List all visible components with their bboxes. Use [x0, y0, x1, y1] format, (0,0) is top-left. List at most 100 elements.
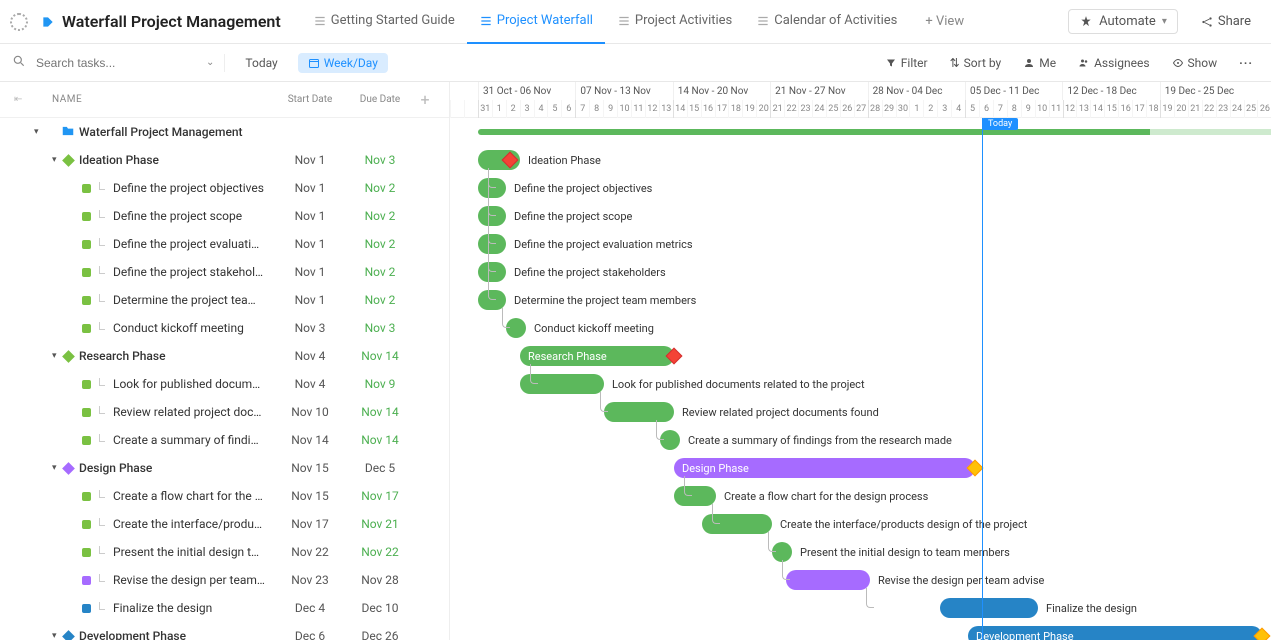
gantt-bar[interactable]	[940, 598, 1038, 618]
task-name: Review related project docu...	[113, 405, 275, 419]
share-button[interactable]: Share	[1190, 10, 1261, 33]
dependency-line	[768, 532, 776, 552]
dependency-line	[488, 168, 496, 300]
phase-row[interactable]: ▾ Design Phase Nov 15 Dec 5	[0, 454, 449, 482]
day-header: 9	[1021, 100, 1035, 118]
phase-row[interactable]: ▾ Research Phase Nov 4 Nov 14	[0, 342, 449, 370]
task-row[interactable]: ▾ Finalize the design Dec 4 Dec 10	[0, 594, 449, 622]
phase-diamond-icon	[62, 462, 75, 475]
expand-all-icon[interactable]: ⇤	[14, 94, 26, 105]
task-row[interactable]: ▾ Revise the design per team a... Nov 23…	[0, 566, 449, 594]
chevron-down-icon: ▾	[1162, 16, 1167, 27]
gantt-row: Present the initial design to team membe…	[450, 538, 1271, 566]
toolbar: ⌄ Today Week/Day Filter ⇅ Sort by Me Ass…	[0, 44, 1271, 82]
phase-row[interactable]: ▾ Ideation Phase Nov 1 Nov 3	[0, 146, 449, 174]
automate-icon	[1079, 15, 1093, 29]
day-header: 13	[659, 100, 673, 118]
sortby-button[interactable]: ⇅ Sort by	[944, 56, 1008, 70]
automate-button[interactable]: Automate ▾	[1068, 9, 1178, 34]
task-name: Present the initial design to t...	[113, 545, 275, 559]
view-tab[interactable]: Calendar of Activities	[744, 0, 909, 44]
app-logo-icon	[38, 12, 58, 32]
task-row[interactable]: ▾ Review related project docu... Nov 10 …	[0, 398, 449, 426]
status-square	[82, 604, 91, 613]
due-date: Nov 2	[345, 237, 415, 251]
status-square	[82, 268, 91, 277]
task-name: Finalize the design	[113, 601, 275, 615]
task-row[interactable]: ▾ Present the initial design to t... Nov…	[0, 538, 449, 566]
task-list-panel: ⇤ NAME Start Date Due Date + ▾ Waterfall…	[0, 82, 450, 640]
task-row[interactable]: ▾ Conduct kickoff meeting Nov 3 Nov 3	[0, 314, 449, 342]
gantt-row: Design Phase	[450, 454, 1271, 482]
gantt-bar[interactable]: Research Phase	[520, 346, 674, 366]
task-row[interactable]: ▾ Create a flow chart for the d... Nov 1…	[0, 482, 449, 510]
task-row[interactable]: ▾ Define the project evaluation... Nov 1…	[0, 230, 449, 258]
day-header: 20	[756, 100, 770, 118]
start-date: Nov 1	[275, 181, 345, 195]
gantt-bar-label: Create the interface/products design of …	[780, 514, 1027, 534]
search-dropdown-chevron-icon[interactable]: ⌄	[206, 57, 214, 68]
task-row[interactable]: ▾ Create a summary of finding... Nov 14 …	[0, 426, 449, 454]
day-header: 17	[1132, 100, 1146, 118]
filter-button[interactable]: Filter	[879, 56, 934, 70]
day-header: 21	[770, 100, 784, 118]
phase-row[interactable]: ▾ Development Phase Dec 6 Dec 26	[0, 622, 449, 640]
view-tab[interactable]: Project Waterfall	[467, 0, 605, 44]
assignees-button[interactable]: Assignees	[1072, 56, 1155, 70]
settings-gear-icon[interactable]	[10, 13, 28, 31]
day-header: 28	[868, 100, 882, 118]
calendar-icon	[308, 57, 320, 69]
more-menu-button[interactable]: ···	[1233, 56, 1259, 70]
day-header: 3	[520, 100, 534, 118]
show-button[interactable]: Show	[1166, 56, 1224, 70]
collapse-caret-icon[interactable]: ▾	[34, 127, 46, 137]
folder-row[interactable]: ▾ Waterfall Project Management	[0, 118, 449, 146]
week-header: 28 Nov - 04 Dec	[868, 82, 965, 100]
day-header: 10	[1035, 100, 1049, 118]
day-header: 2	[506, 100, 520, 118]
start-date: Nov 4	[275, 349, 345, 363]
day-header: 13	[1076, 100, 1090, 118]
task-row[interactable]: ▾ Define the project stakehold... Nov 1 …	[0, 258, 449, 286]
subtask-icon	[97, 210, 109, 222]
start-date: Nov 1	[275, 293, 345, 307]
add-column-button[interactable]: +	[415, 90, 435, 109]
overview-bar[interactable]	[478, 129, 1271, 135]
day-header: 26	[840, 100, 854, 118]
subtask-icon	[97, 266, 109, 278]
view-tab[interactable]: Getting Started Guide	[301, 0, 467, 44]
gantt-bar[interactable]	[786, 570, 870, 590]
gantt-bar[interactable]: Design Phase	[674, 458, 975, 478]
task-name: Conduct kickoff meeting	[113, 321, 275, 335]
add-view-button[interactable]: + View	[913, 14, 976, 29]
view-tab[interactable]: Project Activities	[605, 0, 744, 44]
column-start: Start Date	[275, 94, 345, 105]
phase-diamond-icon	[62, 154, 75, 167]
weekday-toggle[interactable]: Week/Day	[298, 53, 388, 73]
day-header: 23	[798, 100, 812, 118]
gantt-bar[interactable]: Development Phase	[968, 626, 1262, 640]
task-row[interactable]: ▾ Determine the project team ... Nov 1 N…	[0, 286, 449, 314]
week-header: 19 Dec - 25 Dec	[1160, 82, 1271, 100]
day-header: 5	[547, 100, 561, 118]
start-date: Nov 15	[275, 461, 345, 475]
status-square	[82, 184, 91, 193]
today-button[interactable]: Today	[235, 53, 287, 73]
gantt-bar[interactable]	[604, 402, 674, 422]
day-header: 25	[826, 100, 840, 118]
status-square	[82, 212, 91, 221]
subtask-icon	[97, 490, 109, 502]
search-input[interactable]	[36, 56, 196, 70]
task-row[interactable]: ▾ Look for published documen... Nov 4 No…	[0, 370, 449, 398]
task-row[interactable]: ▾ Create the interface/product... Nov 17…	[0, 510, 449, 538]
gantt-bar[interactable]	[478, 150, 520, 170]
day-header: 15	[687, 100, 701, 118]
due-date: Nov 9	[345, 377, 415, 391]
sort-icon: ⇅	[950, 56, 960, 70]
gantt-bar[interactable]	[674, 486, 716, 506]
week-header: 12 Dec - 18 Dec	[1062, 82, 1159, 100]
status-square	[82, 548, 91, 557]
me-button[interactable]: Me	[1017, 56, 1062, 70]
task-row[interactable]: ▾ Define the project scope Nov 1 Nov 2	[0, 202, 449, 230]
task-row[interactable]: ▾ Define the project objectives Nov 1 No…	[0, 174, 449, 202]
